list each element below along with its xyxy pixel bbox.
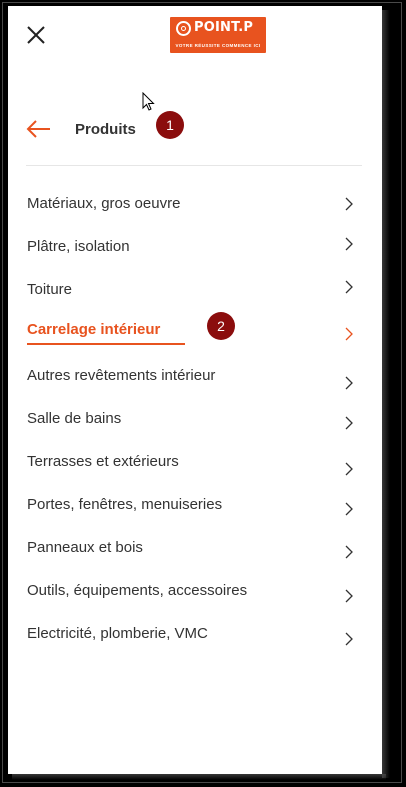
chevron-right-icon[interactable] xyxy=(345,462,353,476)
panel-shadow xyxy=(12,774,386,780)
chevron-right-icon[interactable] xyxy=(345,237,353,251)
menu-item-label: Panneaux et bois xyxy=(27,539,143,556)
menu-item-electricite[interactable]: Electricité, plomberie, VMC xyxy=(26,623,362,647)
menu-item-terrasses[interactable]: Terrasses et extérieurs xyxy=(26,451,362,475)
menu-item-outils[interactable]: Outils, équipements, accessoires xyxy=(26,580,362,604)
chevron-right-icon[interactable] xyxy=(345,502,353,516)
menu-item-label: Electricité, plomberie, VMC xyxy=(27,625,208,642)
active-underline xyxy=(27,343,185,345)
menu-item-label: Toiture xyxy=(27,281,73,298)
annotation-badge: 2 xyxy=(207,312,235,340)
menu-item-label: Terrasses et extérieurs xyxy=(27,453,179,470)
chevron-right-icon[interactable] xyxy=(345,545,353,559)
menu-item-portes-fenetres[interactable]: Portes, fenêtres, menuiseries xyxy=(26,494,362,518)
product-menu: Matériaux, gros oeuvre Plâtre, isolation… xyxy=(0,0,406,700)
chevron-right-icon[interactable] xyxy=(345,280,353,294)
menu-item-autres-revetements[interactable]: Autres revêtements intérieur xyxy=(26,365,362,389)
chevron-right-icon[interactable] xyxy=(345,327,353,341)
menu-item-label: Matériaux, gros oeuvre xyxy=(27,195,181,212)
menu-item-carrelage[interactable]: Carrelage intérieur xyxy=(26,319,362,345)
menu-item-label: Salle de bains xyxy=(27,410,122,427)
menu-item-label: Plâtre, isolation xyxy=(27,238,130,255)
menu-item-platre[interactable]: Plâtre, isolation xyxy=(26,236,362,260)
menu-item-label: Carrelage intérieur xyxy=(27,321,161,338)
menu-item-label: Portes, fenêtres, menuiseries xyxy=(27,496,223,513)
chevron-right-icon[interactable] xyxy=(345,416,353,430)
menu-item-toiture[interactable]: Toiture xyxy=(26,279,362,303)
chevron-right-icon[interactable] xyxy=(345,376,353,390)
chevron-right-icon[interactable] xyxy=(345,197,353,211)
menu-item-label: Autres revêtements intérieur xyxy=(27,367,216,384)
menu-item-label: Outils, équipements, accessoires xyxy=(27,582,248,599)
menu-item-salle-de-bains[interactable]: Salle de bains xyxy=(26,408,362,432)
chevron-right-icon[interactable] xyxy=(345,589,353,603)
chevron-right-icon[interactable] xyxy=(345,632,353,646)
menu-item-materiaux[interactable]: Matériaux, gros oeuvre xyxy=(26,193,362,217)
menu-item-panneaux-bois[interactable]: Panneaux et bois xyxy=(26,537,362,561)
